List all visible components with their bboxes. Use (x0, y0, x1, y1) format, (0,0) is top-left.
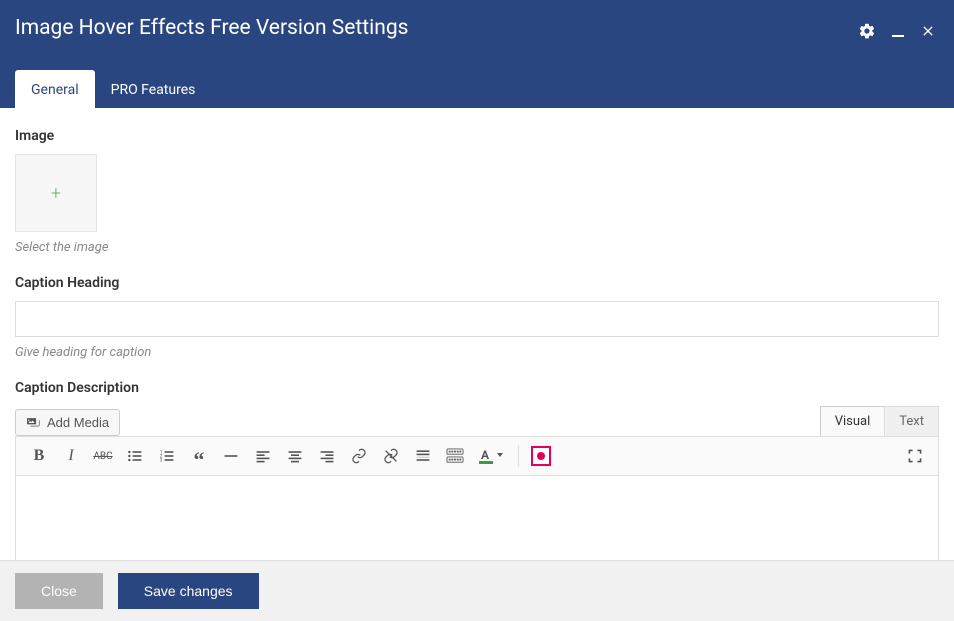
text-color-icon[interactable]: A (472, 442, 512, 470)
italic-icon[interactable]: I (56, 442, 86, 470)
save-button[interactable]: Save changes (118, 573, 259, 609)
tab-pro-features[interactable]: PRO Features (95, 70, 212, 108)
field-caption-heading: Caption Heading Give heading for caption (15, 275, 939, 360)
close-button[interactable]: Close (15, 573, 103, 609)
minimize-icon[interactable] (890, 23, 906, 39)
media-icon (26, 416, 42, 430)
caption-heading-hint: Give heading for caption (15, 345, 939, 360)
toolbar-separator (518, 446, 519, 466)
gear-icon[interactable] (858, 22, 876, 40)
editor-tabs: Visual Text (820, 406, 939, 436)
add-media-label: Add Media (47, 415, 109, 430)
editor-content[interactable] (15, 476, 939, 560)
editor-toolbar: B I ABC 123 “ (15, 436, 939, 476)
fullscreen-icon[interactable] (900, 442, 930, 470)
image-upload[interactable]: + (15, 154, 97, 232)
caption-description-label: Caption Description (15, 380, 939, 396)
align-left-icon[interactable] (248, 442, 278, 470)
header-icons (858, 22, 936, 40)
numbered-list-icon[interactable]: 123 (152, 442, 182, 470)
horizontal-rule-icon[interactable] (216, 442, 246, 470)
content: Image + Select the image Caption Heading… (0, 108, 954, 560)
blockquote-icon[interactable]: “ (184, 442, 214, 470)
add-media-button[interactable]: Add Media (15, 409, 120, 436)
image-label: Image (15, 128, 939, 144)
dialog-footer: Close Save changes (0, 560, 954, 621)
align-center-icon[interactable] (280, 442, 310, 470)
link-icon[interactable] (344, 442, 374, 470)
field-image: Image + Select the image (15, 128, 939, 255)
toolbar-toggle-icon[interactable] (440, 442, 470, 470)
bullet-list-icon[interactable] (120, 442, 150, 470)
bold-icon[interactable]: B (24, 442, 54, 470)
tab-general[interactable]: General (15, 70, 95, 108)
strikethrough-icon[interactable]: ABC (88, 442, 118, 470)
close-icon[interactable] (920, 23, 936, 39)
caption-heading-input[interactable] (15, 301, 939, 337)
svg-text:A: A (481, 448, 490, 462)
content-scroll[interactable]: Image + Select the image Caption Heading… (0, 108, 954, 560)
align-right-icon[interactable] (312, 442, 342, 470)
unlink-icon[interactable] (376, 442, 406, 470)
editor-tab-text[interactable]: Text (884, 406, 939, 436)
read-more-icon[interactable] (408, 442, 438, 470)
dialog-title: Image Hover Effects Free Version Setting… (0, 0, 954, 40)
editor-tab-visual[interactable]: Visual (820, 406, 885, 436)
svg-text:3: 3 (160, 458, 163, 464)
editor-topbar: Add Media Visual Text (15, 406, 939, 436)
field-caption-description: Caption Description Add Media Visual Tex… (15, 380, 939, 560)
tabs: General PRO Features (15, 70, 211, 108)
record-icon[interactable] (531, 446, 551, 466)
caption-heading-label: Caption Heading (15, 275, 939, 291)
dialog-header: Image Hover Effects Free Version Setting… (0, 0, 954, 108)
plus-icon: + (51, 183, 61, 204)
image-hint: Select the image (15, 240, 939, 255)
